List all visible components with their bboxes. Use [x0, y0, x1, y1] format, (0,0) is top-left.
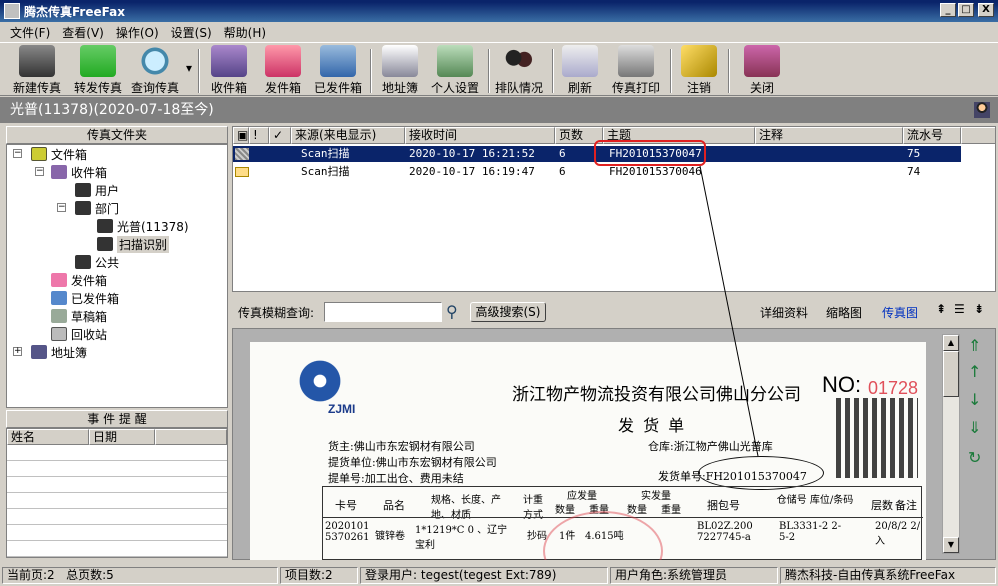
status-items: 项目数:2: [280, 567, 358, 584]
scroll-up-icon[interactable]: ▲: [943, 335, 959, 351]
status-login-user: 登录用户: tegest(tegest Ext:789): [360, 567, 608, 584]
last-page-icon[interactable]: ⇓: [968, 418, 981, 437]
scroll-thumb[interactable]: [943, 351, 959, 397]
next-page-icon[interactable]: ↓: [968, 390, 981, 409]
page-nav: ⇑ ↑ ↓ ⇓ ↻: [962, 334, 992, 474]
status-pages: 当前页:2 总页数:5: [2, 567, 278, 584]
rotate-icon[interactable]: ↻: [968, 448, 981, 467]
status-bar: 当前页:2 总页数:5 项目数:2 登录用户: tegest(tegest Ex…: [0, 565, 998, 586]
prev-page-icon[interactable]: ↑: [968, 362, 981, 381]
annotation-line: [699, 165, 759, 457]
status-role: 用户角色:系统管理员: [610, 567, 778, 584]
status-brand: 腾杰科技-自由传真系统FreeFax: [780, 567, 996, 584]
scroll-down-icon[interactable]: ▼: [943, 537, 959, 553]
first-page-icon[interactable]: ⇑: [968, 336, 981, 355]
viewer-scrollbar[interactable]: ▲ ▼: [942, 334, 960, 554]
